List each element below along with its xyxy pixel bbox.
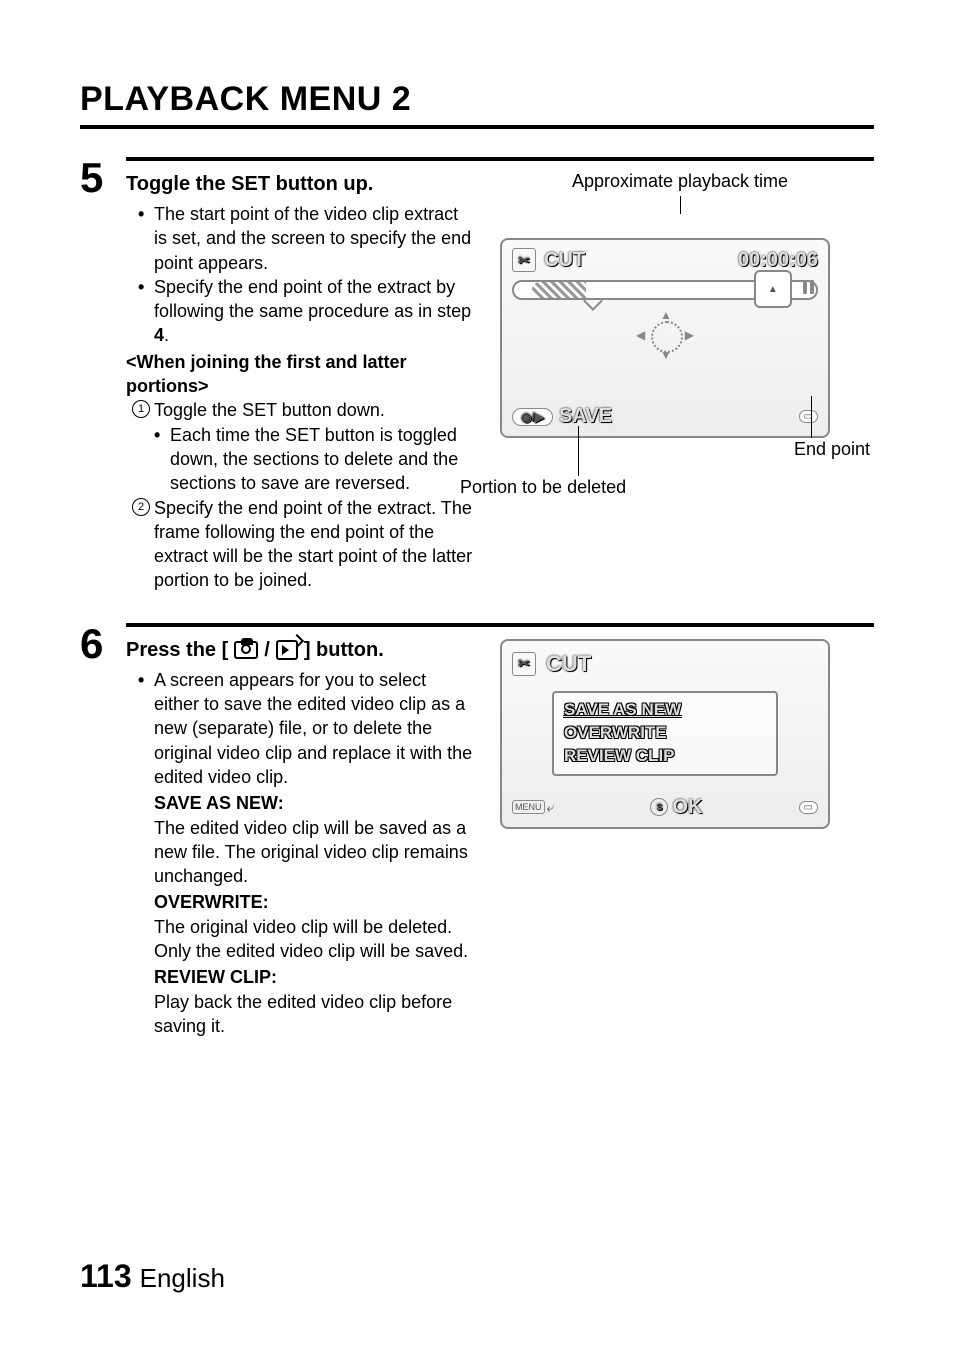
step-5-b2-num: 4 xyxy=(154,325,164,345)
playback-time: 00:00:06 xyxy=(738,249,818,272)
review-clip-head: REVIEW CLIP: xyxy=(154,965,476,989)
back-arrow-icon: ⤶ xyxy=(547,799,555,816)
battery-icon: ▭ xyxy=(799,410,818,423)
review-clip-text: Play back the edited video clip before s… xyxy=(154,990,476,1039)
page-language: English xyxy=(140,1263,225,1293)
device2-topbar: ✂ CUT xyxy=(512,651,818,677)
save-as-new-text: The edited video clip will be saved as a… xyxy=(154,816,476,889)
step-5-subhead: <When joining the first and latter porti… xyxy=(126,350,476,399)
step6-heading-pre: Press the [ xyxy=(126,637,228,664)
ok-group: S OK xyxy=(650,796,702,819)
pause-icon xyxy=(803,280,814,294)
page-number-value: 113 xyxy=(80,1258,132,1294)
timeline-kept-region xyxy=(532,282,586,298)
timeline-cursor-icon: ▲ xyxy=(754,270,792,308)
circled-one-icon: 1 xyxy=(132,400,150,418)
page: PLAYBACK MENU 2 5 Toggle the SET button … xyxy=(0,0,954,1345)
overwrite-head: OVERWRITE: xyxy=(154,890,476,914)
step-6: 6 Press the [ / ] button. A screen appea… xyxy=(80,623,874,1038)
portion-deleted-label: Portion to be deleted xyxy=(460,477,626,498)
end-point-label: End point xyxy=(794,439,870,460)
option-review-clip: REVIEW CLIP xyxy=(564,745,766,768)
menu-icon: MENU xyxy=(512,800,545,814)
scissors-icon-2: ✂ xyxy=(512,652,536,676)
callout-line-end xyxy=(811,396,812,438)
step-5-b2-pre: Specify the end point of the extract by … xyxy=(154,277,471,321)
cut-label: CUT xyxy=(544,249,585,272)
step-5-heading: Toggle the SET button up. xyxy=(126,171,476,198)
callout-line xyxy=(680,196,681,214)
step-5-figure-col: Approximate playback time ✂ CUT 00:00:06 xyxy=(500,171,874,593)
page-title: PLAYBACK MENU 2 xyxy=(80,80,874,129)
scissors-icon: ✂ xyxy=(512,248,536,272)
slash: / xyxy=(264,637,270,664)
review-clip-block: REVIEW CLIP: Play back the edited video … xyxy=(126,965,476,1038)
timeline: ▲ xyxy=(512,280,818,300)
step-5-body: Toggle the SET button up. The start poin… xyxy=(126,157,874,593)
step-6-bullet-1: A screen appears for you to select eithe… xyxy=(126,668,476,789)
device2-bottombar: MENU ⤶ S OK ▭ xyxy=(512,796,818,819)
step-5-b2-post: . xyxy=(164,325,169,345)
step-number-6: 6 xyxy=(80,623,126,665)
step-6-text: Press the [ / ] button. A screen appears… xyxy=(126,637,476,1038)
save-label-row: ◉/▶ SAVE xyxy=(512,405,612,428)
joystick-icon: ▲▼ ◀▶ xyxy=(642,312,688,358)
option-overwrite: OVERWRITE xyxy=(564,722,766,745)
step-5-num-2: 2 Specify the end point of the extract. … xyxy=(126,496,476,593)
approx-time-label: Approximate playback time xyxy=(500,171,860,192)
step-5-n1-text: Toggle the SET button down. xyxy=(154,400,385,420)
page-number: 113 English xyxy=(80,1258,225,1295)
menu-back-group: MENU ⤶ xyxy=(512,799,554,816)
playback-icon xyxy=(276,640,298,660)
option-save-as-new: SAVE AS NEW xyxy=(564,699,766,722)
device-screen-save-dialog: ✂ CUT SAVE AS NEW OVERWRITE REVIEW CLIP … xyxy=(500,639,830,829)
save-as-new-block: SAVE AS NEW: The edited video clip will … xyxy=(126,791,476,888)
step-5-bullet-2: Specify the end point of the extract by … xyxy=(126,275,476,348)
save-as-new-head: SAVE AS NEW: xyxy=(154,791,476,815)
device-screen-cut: ✂ CUT 00:00:06 ▲ xyxy=(500,238,830,438)
circled-two-icon: 2 xyxy=(132,498,150,516)
step-5: 5 Toggle the SET button up. The start po… xyxy=(80,157,874,593)
step-5-text: Toggle the SET button up. The start poin… xyxy=(126,171,476,593)
step-5-n1-bullet: Each time the SET button is toggled down… xyxy=(126,423,476,496)
step-5-bullet-1: The start point of the video clip extrac… xyxy=(126,202,476,275)
device1-topbar: ✂ CUT 00:00:06 xyxy=(512,248,818,272)
battery-icon-2: ▭ xyxy=(799,801,818,814)
step-5-num-1: 1 Toggle the SET button down. xyxy=(126,398,476,422)
camera-icon xyxy=(234,641,258,659)
step-number-5: 5 xyxy=(80,157,126,199)
callout-line-portion xyxy=(578,426,579,476)
step6-heading-post: ] button. xyxy=(304,637,384,664)
overwrite-text: The original video clip will be deleted.… xyxy=(154,915,476,964)
camera-play-pill-icon: ◉/▶ xyxy=(512,408,553,426)
step-6-body: Press the [ / ] button. A screen appears… xyxy=(126,623,874,1038)
step-5-n2-text: Specify the end point of the extract. Th… xyxy=(154,498,472,591)
cut-label-2: CUT xyxy=(546,651,591,677)
device1-bottombar: ◉/▶ SAVE ▭ xyxy=(512,405,818,428)
step-6-figure-col: ✂ CUT SAVE AS NEW OVERWRITE REVIEW CLIP … xyxy=(500,637,874,1038)
set-coin-icon: S xyxy=(650,798,668,816)
ok-label: OK xyxy=(672,796,702,819)
step-6-heading: Press the [ / ] button. xyxy=(126,637,476,664)
overwrite-block: OVERWRITE: The original video clip will … xyxy=(126,890,476,963)
timeline-start-marker-icon xyxy=(584,291,604,311)
step-5-figure: Approximate playback time ✂ CUT 00:00:06 xyxy=(500,171,860,438)
device1-top-left: ✂ CUT xyxy=(512,248,585,272)
save-label: SAVE xyxy=(559,405,612,428)
save-options-box: SAVE AS NEW OVERWRITE REVIEW CLIP xyxy=(552,691,778,776)
